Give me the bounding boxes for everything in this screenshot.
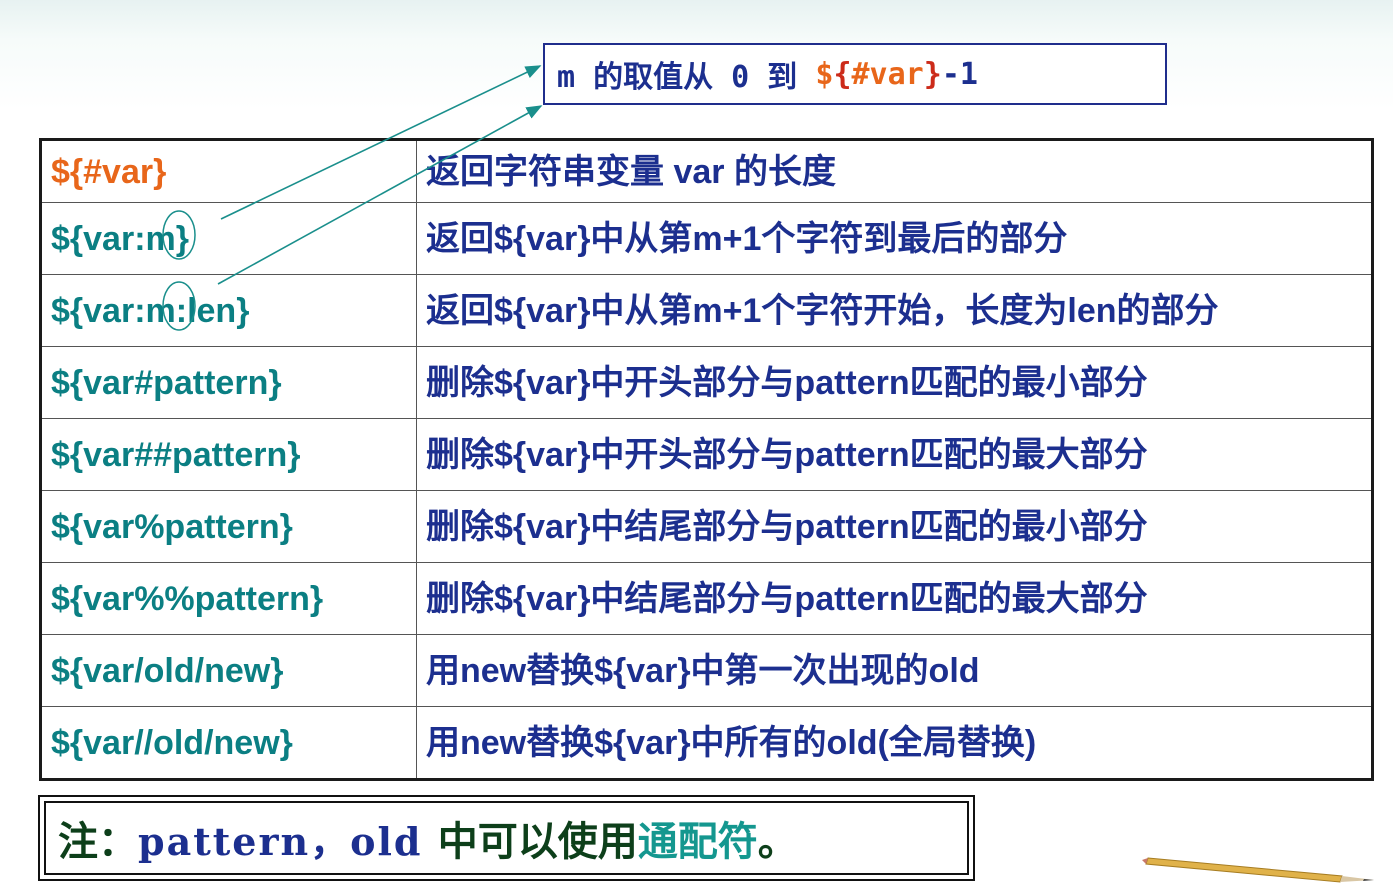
callout-prefix: m 的取值从 0 到 [557, 60, 816, 95]
table-row: ${#var} 返回字符串变量 var 的长度 [40, 139, 1373, 203]
table-row: ${var##pattern} 删除${var}中开头部分与pattern匹配的… [40, 418, 1373, 491]
expr-text: ${var:m} [51, 219, 189, 258]
expr-text: ${var/old/new} [51, 651, 284, 690]
table-row: ${var%pattern} 删除${var}中结尾部分与pattern匹配的最… [40, 490, 1373, 563]
expr-cell: ${var%%pattern} [40, 562, 417, 635]
expr-text: ${var%pattern} [51, 507, 293, 546]
expr-cell: ${var:m:len} [40, 274, 417, 347]
expr-cell: ${var/old/new} [40, 634, 417, 707]
note-label: 注： [58, 820, 138, 864]
desc-cell: 返回字符串变量 var 的长度 [416, 139, 1373, 203]
callout-var: #var [851, 56, 924, 92]
pencil-icon [1142, 857, 1374, 883]
expr-text: ${#var} [51, 152, 167, 191]
desc-cell: 返回${var}中从第m+1个字符到最后的部分 [416, 202, 1373, 275]
callout-suffix: -1 [941, 56, 978, 92]
note-content: 注： pattern，old 中可以使用 通配符。 [44, 801, 969, 875]
expr-text: ${var%%pattern} [51, 579, 324, 618]
desc-cell: 返回${var}中从第m+1个字符开始，长度为len的部分 [416, 274, 1373, 347]
desc-cell: 删除${var}中结尾部分与pattern匹配的最小部分 [416, 490, 1373, 563]
callout-dollar: $ [815, 56, 834, 92]
expr-text: ${var:m:len} [51, 291, 250, 330]
table-row: ${var//old/new} 用new替换${var}中所有的old(全局替换… [40, 706, 1373, 780]
desc-cell: 用new替换${var}中所有的old(全局替换) [416, 706, 1373, 780]
expr-cell: ${var#pattern} [40, 346, 417, 419]
table-row: ${var:m:len} 返回${var}中从第m+1个字符开始，长度为len的… [40, 274, 1373, 347]
expr-text: ${var//old/new} [51, 723, 293, 762]
note-terms: pattern，old [138, 818, 438, 864]
desc-cell: 用new替换${var}中第一次出现的old [416, 634, 1373, 707]
expr-text: ${var##pattern} [51, 435, 301, 474]
desc-cell: 删除${var}中结尾部分与pattern匹配的最大部分 [416, 562, 1373, 635]
string-ops-table: ${#var} 返回字符串变量 var 的长度 ${var:m} 返回${var… [39, 138, 1374, 781]
note-end: 。 [757, 820, 798, 864]
note-middle: 中可以使用 [437, 820, 638, 864]
expr-cell: ${var//old/new} [40, 706, 417, 780]
desc-cell: 删除${var}中开头部分与pattern匹配的最小部分 [416, 346, 1373, 419]
expr-cell: ${var:m} [40, 202, 417, 275]
table-row: ${var#pattern} 删除${var}中开头部分与pattern匹配的最… [40, 346, 1373, 419]
table-row: ${var%%pattern} 删除${var}中结尾部分与pattern匹配的… [40, 562, 1373, 635]
table-row: ${var/old/new} 用new替换${var}中第一次出现的old [40, 634, 1373, 707]
expr-cell: ${#var} [40, 139, 417, 203]
expr-text: ${var#pattern} [51, 363, 282, 402]
note-box: 注： pattern，old 中可以使用 通配符。 [38, 795, 975, 881]
table-row: ${var:m} 返回${var}中从第m+1个字符到最后的部分 [40, 202, 1373, 275]
expr-cell: ${var%pattern} [40, 490, 417, 563]
note-highlight: 通配符 [637, 820, 758, 864]
expr-cell: ${var##pattern} [40, 418, 417, 491]
range-callout-box: m 的取值从 0 到 ${#var} -1 [543, 43, 1167, 105]
callout-open-brace: { [833, 56, 852, 92]
callout-close-brace: } [923, 56, 942, 92]
desc-cell: 删除${var}中开头部分与pattern匹配的最大部分 [416, 418, 1373, 491]
